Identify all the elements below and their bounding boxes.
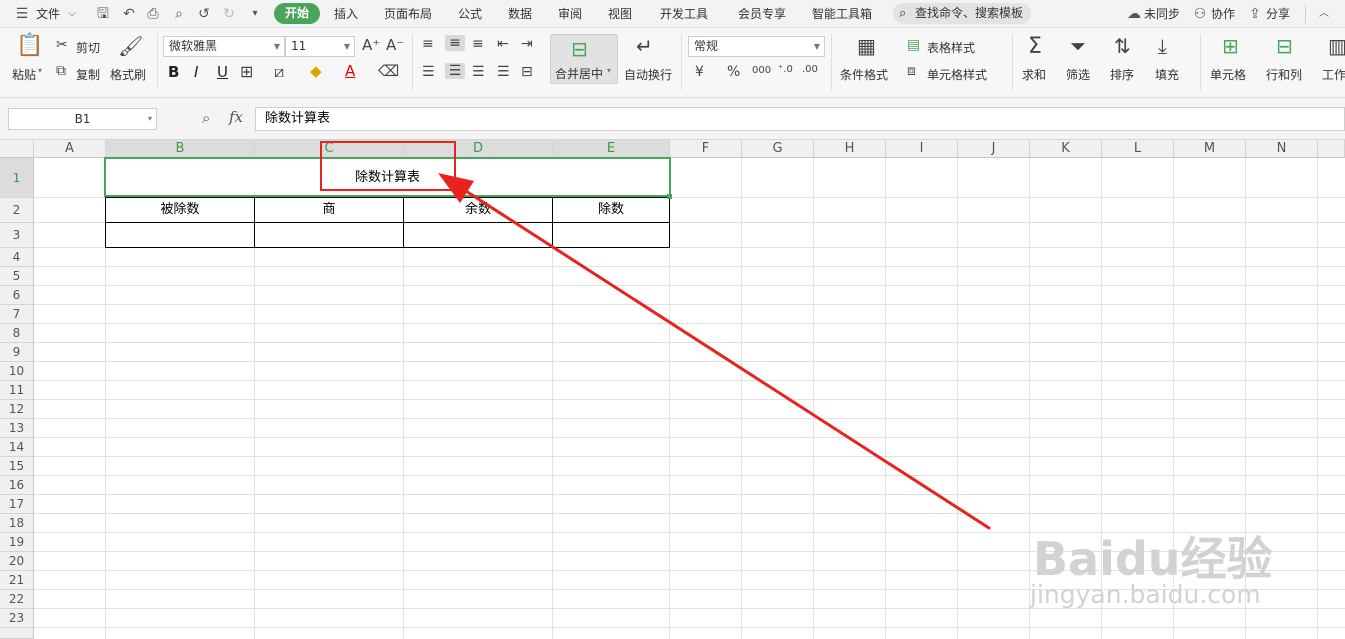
annotation-arrow-shaft: [453, 182, 991, 530]
annotation-arrow-head: [438, 173, 474, 203]
annotation-arrow: [438, 173, 991, 530]
